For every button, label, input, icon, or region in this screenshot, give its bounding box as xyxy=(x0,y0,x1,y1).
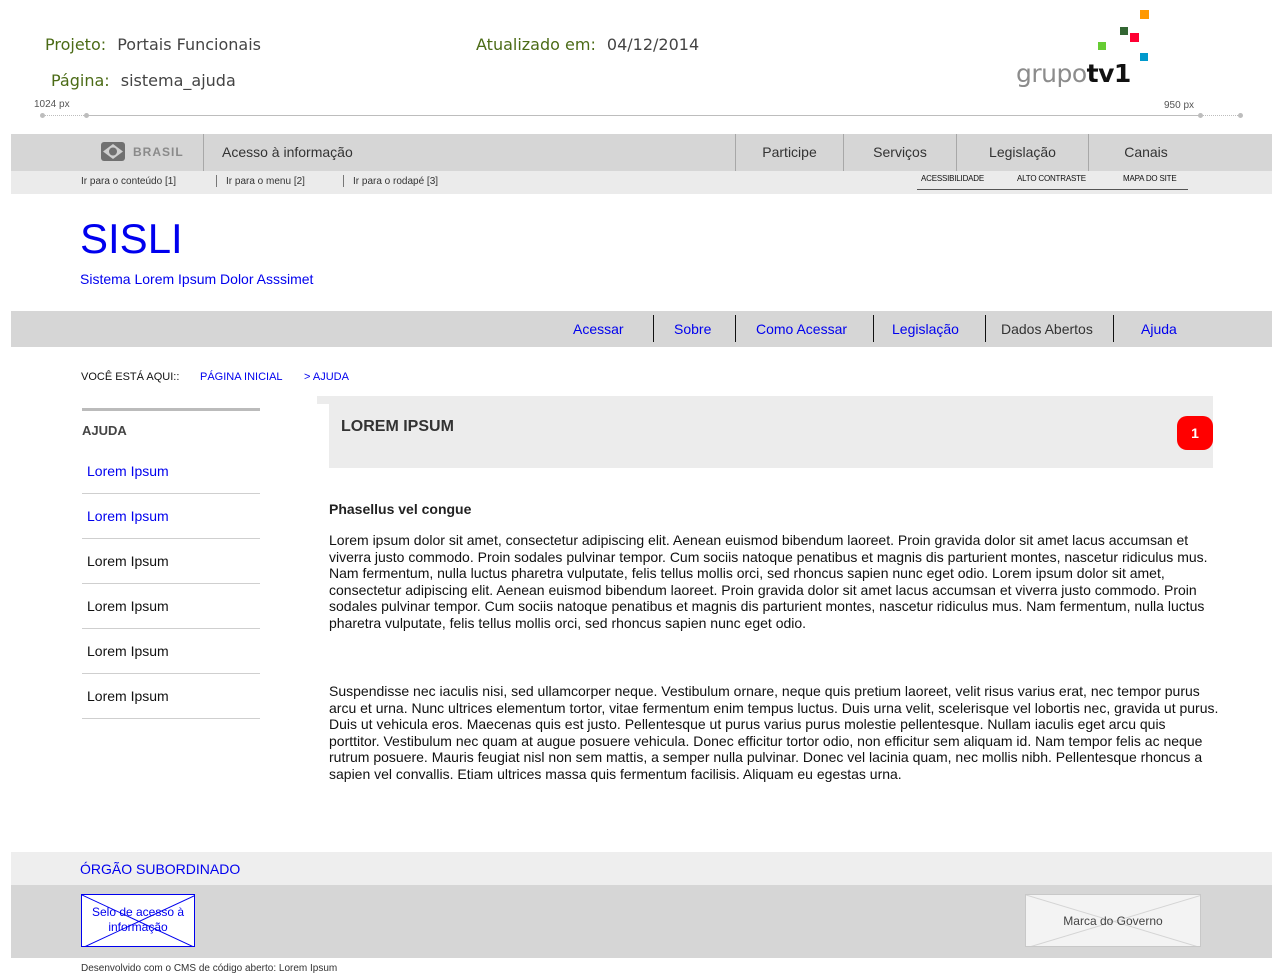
grupo-tv1-logo: grupotv1 xyxy=(1010,5,1160,95)
gov-item-canais[interactable]: Canais xyxy=(1089,144,1203,160)
sidebar-top-bar xyxy=(82,408,260,411)
ruler-right-label: 950 px xyxy=(1164,100,1195,111)
logo-text-light: grupo xyxy=(1016,59,1087,88)
nav-separator xyxy=(735,315,736,342)
developed-by: Desenvolvido com o CMS de código aberto:… xyxy=(81,963,338,974)
brasil-flag-icon xyxy=(101,142,125,161)
sidebar-item-label: Lorem Ipsum xyxy=(87,643,169,659)
project-label: Projeto: xyxy=(45,35,107,54)
gov-item-servicos[interactable]: Serviços xyxy=(844,144,956,160)
gov-mark-placeholder: Marca do Governo xyxy=(1025,894,1201,947)
logo-text-bold: tv1 xyxy=(1086,59,1132,88)
annotation-badge: 1 xyxy=(1177,416,1213,450)
gov-item-participe[interactable]: Participe xyxy=(736,144,843,160)
site-subtitle: Sistema Lorem Ipsum Dolor Asssimet xyxy=(80,271,314,287)
skip-to-menu-link[interactable]: Ir para o menu [2] xyxy=(226,176,305,187)
page-label: Página: xyxy=(51,71,110,90)
project-annotation: Projeto: Portais Funcionais xyxy=(45,35,261,54)
accessibility-underline xyxy=(917,189,1188,190)
nav-item-ajuda[interactable]: Ajuda xyxy=(1141,321,1177,337)
ruler-left-label: 1024 px xyxy=(34,99,70,110)
footer-title[interactable]: ÓRGÃO SUBORDINADO xyxy=(80,861,240,877)
site-title[interactable]: SISLI xyxy=(80,215,183,263)
sidebar-item[interactable]: Lorem Ipsum xyxy=(82,494,260,539)
ruler-dot xyxy=(40,113,45,118)
high-contrast-link[interactable]: ALTO CONTRASTE xyxy=(1017,174,1086,183)
gov-bar: BRASIL Acesso à informação Participe Ser… xyxy=(11,134,1272,171)
nav-item-sobre[interactable]: Sobre xyxy=(674,321,711,337)
paragraph-1: Lorem ipsum dolor sit amet, consectetur … xyxy=(329,532,1208,631)
content-heading: LOREM IPSUM xyxy=(341,418,454,435)
access-seal-label: Selo de acesso à informação xyxy=(91,905,185,934)
logo-square-green xyxy=(1098,42,1106,50)
skip-links-bar: Ir para o conteúdo [1] Ir para o menu [2… xyxy=(11,171,1272,194)
breadcrumb-label: VOCÊ ESTÁ AQUI:: xyxy=(81,371,180,383)
sidebar-item-label: Lorem Ipsum xyxy=(87,463,169,479)
logo-wordmark: grupotv1 xyxy=(1016,59,1131,88)
nav-item-dados-abertos[interactable]: Dados Abertos xyxy=(1001,321,1093,337)
logo-square-red xyxy=(1130,33,1139,42)
sidebar-heading: AJUDA xyxy=(82,423,127,438)
sidebar-item-label: Lorem Ipsum xyxy=(87,598,169,614)
page-value: sistema_ajuda xyxy=(120,71,236,90)
skip-to-content-link[interactable]: Ir para o conteúdo [1] xyxy=(81,176,176,187)
nav-item-como-acessar[interactable]: Como Acessar xyxy=(756,321,847,337)
ruler-dot xyxy=(84,113,89,118)
skip-to-footer-link[interactable]: Ir para o rodapé [3] xyxy=(353,176,438,187)
ruler-left-dash xyxy=(42,115,86,116)
sidebar-item[interactable]: Lorem Ipsum xyxy=(82,629,260,674)
nav-separator xyxy=(653,315,654,342)
brasil-label[interactable]: BRASIL xyxy=(133,145,184,159)
section-title: Phasellus vel congue xyxy=(329,501,472,517)
skip-separator xyxy=(216,175,217,187)
gov-separator xyxy=(203,134,204,171)
sitemap-link[interactable]: MAPA DO SITE xyxy=(1123,174,1177,183)
sidebar-item[interactable]: Lorem Ipsum xyxy=(82,539,260,584)
sidebar-item-label: Lorem Ipsum xyxy=(87,688,169,704)
logo-square-darkgreen xyxy=(1120,27,1128,35)
logo-square-orange xyxy=(1140,10,1149,19)
gov-item-legislacao[interactable]: Legislação xyxy=(957,144,1088,160)
updated-value: 04/12/2014 xyxy=(606,35,700,54)
paragraph-2: Suspendisse nec iaculis nisi, sed ullamc… xyxy=(329,683,1219,782)
page-annotation: Página: sistema_ajuda xyxy=(51,71,236,90)
nav-separator xyxy=(873,315,874,342)
ruler-line xyxy=(86,115,1200,116)
updated-label: Atualizado em: xyxy=(476,35,596,54)
main-nav: Acessar Sobre Como Acessar Legislação Da… xyxy=(11,311,1272,347)
accessibility-link[interactable]: ACESSIBILIDADE xyxy=(921,174,984,183)
nav-separator xyxy=(1113,315,1114,342)
sidebar-item[interactable]: Lorem Ipsum xyxy=(82,674,260,719)
ruler-dot xyxy=(1198,113,1203,118)
nav-item-legislacao[interactable]: Legislação xyxy=(892,321,959,337)
access-seal-placeholder[interactable]: Selo de acesso à informação xyxy=(81,894,195,947)
gov-access-info-link[interactable]: Acesso à informação xyxy=(222,144,353,160)
sidebar-item-label: Lorem Ipsum xyxy=(87,553,169,569)
nav-item-acessar[interactable]: Acessar xyxy=(573,321,624,337)
content-header: LOREM IPSUM xyxy=(329,404,1213,468)
sidebar-item-label: Lorem Ipsum xyxy=(87,508,169,524)
ruler-right-dash xyxy=(1200,115,1240,116)
sidebar-item[interactable]: Lorem Ipsum xyxy=(82,449,260,494)
updated-annotation: Atualizado em: 04/12/2014 xyxy=(476,35,699,54)
content-top-bar xyxy=(317,396,1213,404)
ruler-dot xyxy=(1238,113,1243,118)
breadcrumb-current: > AJUDA xyxy=(304,371,349,383)
nav-separator xyxy=(985,315,986,342)
skip-separator xyxy=(343,175,344,187)
project-value: Portais Funcionais xyxy=(117,35,261,54)
logo-square-blue xyxy=(1140,53,1148,61)
breadcrumb-home-link[interactable]: PÁGINA INICIAL xyxy=(200,371,283,383)
sidebar-item[interactable]: Lorem Ipsum xyxy=(82,584,260,629)
gov-mark-label: Marca do Governo xyxy=(1063,914,1163,928)
